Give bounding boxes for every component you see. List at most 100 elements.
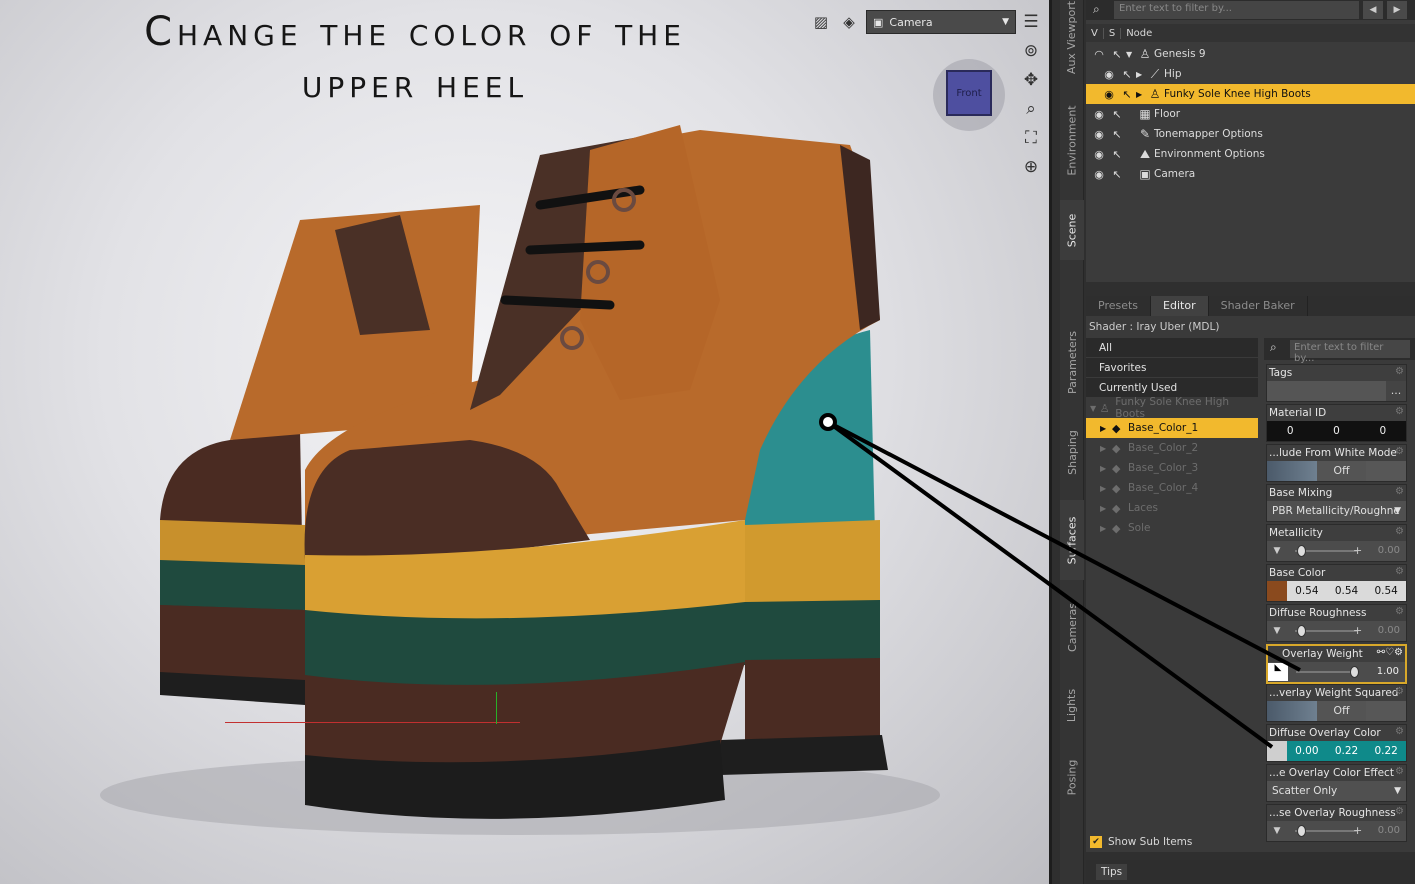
slider-knob[interactable] (1297, 825, 1306, 837)
viewport-3d[interactable]: Change the color of the upper heel ▨ ◈ ▣… (0, 0, 1052, 884)
render-preview-icon[interactable]: ▨ (810, 11, 832, 33)
cursor-icon[interactable]: ↖ (1118, 88, 1136, 101)
overlay-weight-squared-toggle[interactable]: Off (1267, 701, 1406, 721)
gear-icon[interactable]: ⚙ (1395, 526, 1404, 537)
chevron-down-icon[interactable]: ▼ (1267, 546, 1287, 556)
slider-knob[interactable] (1297, 545, 1306, 557)
overlay-roughness-slider[interactable]: ▼ +0.00 (1267, 821, 1406, 841)
base-color-texture-swatch[interactable] (1267, 581, 1287, 601)
tab-editor[interactable]: Editor (1151, 296, 1209, 316)
orbit-icon[interactable]: ⊚ (1020, 41, 1042, 61)
expand-arrow-icon[interactable]: ▶ (1100, 524, 1112, 533)
pan-icon[interactable]: ✥ (1020, 70, 1042, 90)
scene-node-tonemapper[interactable]: ◉ ↖ ✎ Tonemapper Options (1086, 124, 1415, 144)
material-id-values[interactable]: 0 0 0 (1267, 421, 1406, 441)
slider-value[interactable]: 0.00 (1378, 541, 1400, 561)
scene-node-environment[interactable]: ◉ ↖ ⛰ Environment Options (1086, 144, 1415, 164)
expand-arrow-icon[interactable]: ▶ (1100, 504, 1112, 513)
cursor-icon[interactable]: ↖ (1108, 128, 1126, 141)
material-sole[interactable]: ▶ ◆ Sole (1086, 518, 1258, 538)
material-id-r[interactable]: 0 (1267, 421, 1313, 441)
scene-node-genesis[interactable]: ◠ ↖ ▼ ♙ Genesis 9 (1086, 44, 1415, 64)
material-laces[interactable]: ▶ ◆ Laces (1086, 498, 1258, 518)
link-heart-gear-icons[interactable]: ⚯♡⚙ (1377, 647, 1403, 658)
col-visibility[interactable]: V (1086, 27, 1104, 39)
expand-arrow-icon[interactable]: ▶ (1100, 444, 1112, 453)
eye-icon[interactable]: ◉ (1090, 128, 1108, 141)
material-base-color-2[interactable]: ▶ ◆ Base_Color_2 (1086, 438, 1258, 458)
gear-icon[interactable]: ⚙ (1395, 726, 1404, 737)
view-cube[interactable]: Front (946, 70, 992, 116)
gear-icon[interactable]: ⚙ (1395, 566, 1404, 577)
gear-icon[interactable]: ⚙ (1395, 366, 1404, 377)
gear-icon[interactable]: ⚙ (1395, 606, 1404, 617)
back-arrow-icon[interactable]: ◀ (1363, 1, 1383, 19)
tab-scene[interactable]: Scene (1060, 200, 1084, 260)
overlay-color-g[interactable]: 0.22 (1327, 741, 1367, 761)
slider-knob[interactable] (1350, 666, 1359, 678)
base-color-g[interactable]: 0.54 (1327, 581, 1367, 601)
eye-icon[interactable]: ◉ (1090, 168, 1108, 181)
overlay-color-effect-select[interactable]: Scatter Only ▼ (1267, 781, 1406, 801)
base-color-values[interactable]: 0.54 0.54 0.54 (1287, 581, 1406, 601)
expand-arrow-icon[interactable]: ▶ (1100, 424, 1112, 433)
scene-node-floor[interactable]: ◉ ↖ ▦ Floor (1086, 104, 1415, 124)
filter-all[interactable]: All (1086, 338, 1258, 358)
overlay-color-values[interactable]: 0.00 0.22 0.22 (1287, 741, 1406, 761)
filter-favorites[interactable]: Favorites (1086, 358, 1258, 378)
diffuse-roughness-slider[interactable]: ▼ +0.00 (1267, 621, 1406, 641)
expand-arrow-icon[interactable]: ▶ (1136, 70, 1146, 79)
gear-icon[interactable]: ⚙ (1395, 446, 1404, 457)
plus-icon[interactable]: + (1353, 541, 1362, 561)
viewport-menu-icon[interactable]: ☰ (1020, 12, 1042, 32)
material-id-g[interactable]: 0 (1313, 421, 1359, 441)
slider-value[interactable]: 0.00 (1378, 621, 1400, 641)
scene-node-camera[interactable]: ◉ ↖ ▣ Camera (1086, 164, 1415, 184)
tab-tips[interactable]: Tips (1096, 864, 1128, 880)
tab-cameras[interactable]: Cameras (1060, 590, 1084, 665)
cursor-icon[interactable]: ↖ (1118, 68, 1136, 81)
plus-icon[interactable]: + (1353, 821, 1362, 841)
tab-surfaces[interactable]: Surfaces (1060, 500, 1084, 580)
scene-node-hip[interactable]: ◉ ↖ ▶ ⟋ Hip (1086, 64, 1415, 84)
cursor-icon[interactable]: ↖ (1108, 48, 1126, 61)
material-base-color-3[interactable]: ▶ ◆ Base_Color_3 (1086, 458, 1258, 478)
property-search-input[interactable]: Enter text to filter by... (1290, 340, 1410, 364)
expand-arrow-icon[interactable]: ▶ (1136, 90, 1146, 99)
chevron-down-icon[interactable]: ▼ (1267, 626, 1287, 636)
collapse-arrow-icon[interactable]: ▼ (1090, 404, 1100, 413)
overlay-color-b[interactable]: 0.22 (1366, 741, 1406, 761)
metallicity-slider[interactable]: ▼ +0.00 (1267, 541, 1406, 561)
material-id-b[interactable]: 0 (1360, 421, 1406, 441)
tab-parameters[interactable]: Parameters (1060, 320, 1084, 405)
cursor-icon[interactable]: ↖ (1108, 148, 1126, 161)
col-selectable[interactable]: S (1104, 27, 1122, 39)
col-node[interactable]: Node (1121, 28, 1157, 39)
plus-icon[interactable]: + (1353, 621, 1362, 641)
show-sub-items-checkbox[interactable]: ✔ Show Sub Items (1090, 836, 1192, 848)
tab-presets[interactable]: Presets (1086, 296, 1152, 316)
cursor-icon[interactable]: ↖ (1108, 168, 1126, 181)
tags-browse-button[interactable]: ... (1386, 381, 1406, 401)
tab-posing[interactable]: Posing (1060, 745, 1084, 810)
tags-field[interactable] (1267, 381, 1386, 401)
base-mixing-select[interactable]: PBR Metallicity/Roughne ▼ (1267, 501, 1406, 521)
draw-style-icon[interactable]: ◈ (838, 11, 860, 33)
material-base-color-1[interactable]: ▶ ◆ Base_Color_1 (1086, 418, 1258, 438)
tab-environment[interactable]: Environment (1060, 85, 1084, 195)
map-thumbnail-icon[interactable]: ◣ (1268, 663, 1288, 681)
aim-icon[interactable]: ⊕ (1020, 157, 1042, 177)
eye-icon[interactable]: ◉ (1100, 88, 1118, 101)
frame-icon[interactable]: ⛶ (1020, 128, 1042, 148)
filter-currently-used[interactable]: Currently Used (1086, 378, 1258, 398)
collapse-arrow-icon[interactable]: ▼ (1126, 50, 1136, 59)
eye-icon[interactable]: ◉ (1090, 148, 1108, 161)
chevron-down-icon[interactable]: ▼ (1267, 826, 1287, 836)
forward-arrow-icon[interactable]: ▶ (1387, 1, 1407, 19)
overlay-color-texture-swatch[interactable] (1267, 741, 1287, 761)
expand-arrow-icon[interactable]: ▶ (1100, 484, 1112, 493)
eye-icon[interactable]: ◠ (1090, 48, 1108, 61)
scene-node-boots[interactable]: ◉ ↖ ▶ ♙ Funky Sole Knee High Boots (1086, 84, 1415, 104)
base-color-r[interactable]: 0.54 (1287, 581, 1327, 601)
zoom-icon[interactable]: ⌕ (1020, 99, 1042, 119)
